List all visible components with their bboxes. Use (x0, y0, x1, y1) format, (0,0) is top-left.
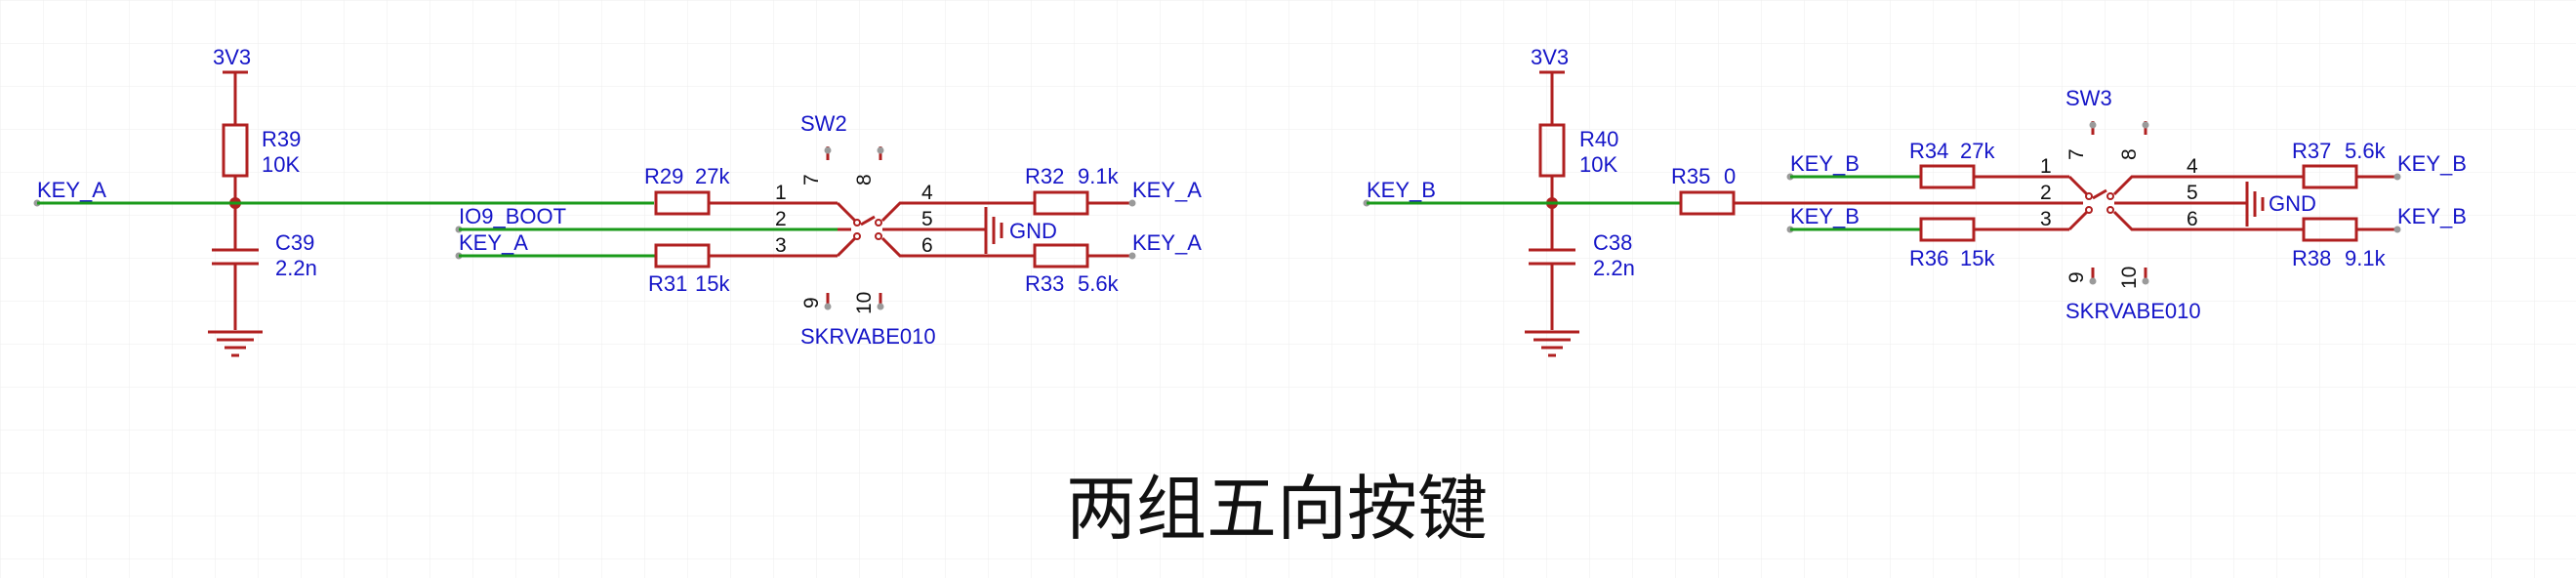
resistor-value: 27k (695, 164, 730, 188)
pin-number: 1 (775, 182, 787, 204)
net-label-key-b: KEY_B (1367, 178, 1436, 202)
pin-number: 7 (800, 174, 823, 186)
capacitor-ref: C38 (1593, 230, 1632, 255)
resistor-ref: R29 (644, 164, 683, 188)
pin-number: 1 (2040, 155, 2052, 178)
schematic-canvas: 3V3 R39 10K C39 2.2n KEY_A R29 27k IO9_B… (0, 0, 2576, 578)
switch-part: SKRVABE010 (800, 324, 936, 349)
resistor-ref: R39 (262, 127, 301, 151)
resistor-ref: R37 (2292, 139, 2331, 163)
power-label: 3V3 (1531, 45, 1569, 69)
pin-number: 8 (2118, 148, 2141, 160)
net-label-key-a: KEY_A (37, 178, 106, 202)
pin-number: 3 (775, 234, 787, 257)
net-label-key-b-out-2: KEY_B (2397, 204, 2467, 228)
resistor-value: 10K (1579, 152, 1617, 177)
pin-number: 9 (800, 297, 823, 309)
resistor-ref: R33 (1025, 271, 1064, 296)
capacitor-value: 2.2n (1593, 256, 1635, 280)
net-label-key-a-2: KEY_A (459, 230, 528, 255)
pin-number: 6 (921, 234, 933, 257)
capacitor-ref: C39 (275, 230, 314, 255)
pin-number: 10 (2118, 267, 2141, 289)
resistor-value: 9.1k (1078, 164, 1120, 188)
resistor-ref: R40 (1579, 127, 1618, 151)
resistor-ref: R32 (1025, 164, 1064, 188)
gnd-label: GND (1009, 219, 1057, 243)
pin-number: 10 (853, 292, 876, 314)
pin-number: 6 (2187, 208, 2198, 230)
power-label: 3V3 (213, 45, 251, 69)
resistor-value: 5.6k (1078, 271, 1120, 296)
pin-number: 8 (853, 174, 876, 186)
pin-number: 4 (921, 182, 933, 204)
pin-number: 2 (775, 208, 787, 230)
pin-number: 5 (921, 208, 933, 230)
switch-part: SKRVABE010 (2065, 299, 2201, 323)
resistor-value: 10K (262, 152, 300, 177)
net-label-key-b-out: KEY_B (2397, 151, 2467, 176)
resistor-value: 9.1k (2345, 246, 2387, 270)
resistor-ref: R31 (648, 271, 687, 296)
pin-number: 4 (2187, 155, 2198, 178)
pin-number: 7 (2065, 148, 2088, 160)
net-label-key-b-top: KEY_B (1790, 151, 1860, 176)
resistor-ref: R36 (1909, 246, 1948, 270)
pin-number: 5 (2187, 182, 2198, 204)
net-label-key-b-bottom: KEY_B (1790, 204, 1860, 228)
net-label-io9-boot: IO9_BOOT (459, 204, 566, 228)
resistor-value: 27k (1960, 139, 1995, 163)
switch-ref: SW2 (800, 111, 847, 136)
resistor-value: 15k (1960, 246, 1995, 270)
resistor-value: 15k (695, 271, 730, 296)
resistor-value: 5.6k (2345, 139, 2387, 163)
resistor-ref: R34 (1909, 139, 1948, 163)
net-label-key-a-out-2: KEY_A (1132, 230, 1202, 255)
gnd-label: GND (2269, 191, 2316, 216)
net-label-key-a-out: KEY_A (1132, 178, 1202, 202)
pin-number: 2 (2040, 182, 2052, 204)
resistor-ref: R38 (2292, 246, 2331, 270)
resistor-value: 0 (1724, 164, 1736, 188)
pin-number: 9 (2065, 271, 2088, 283)
pin-number: 3 (2040, 208, 2052, 230)
switch-ref: SW3 (2065, 86, 2112, 110)
page-title: 两组五向按键 (1066, 468, 1488, 550)
capacitor-value: 2.2n (275, 256, 317, 280)
resistor-ref: R35 (1671, 164, 1710, 188)
